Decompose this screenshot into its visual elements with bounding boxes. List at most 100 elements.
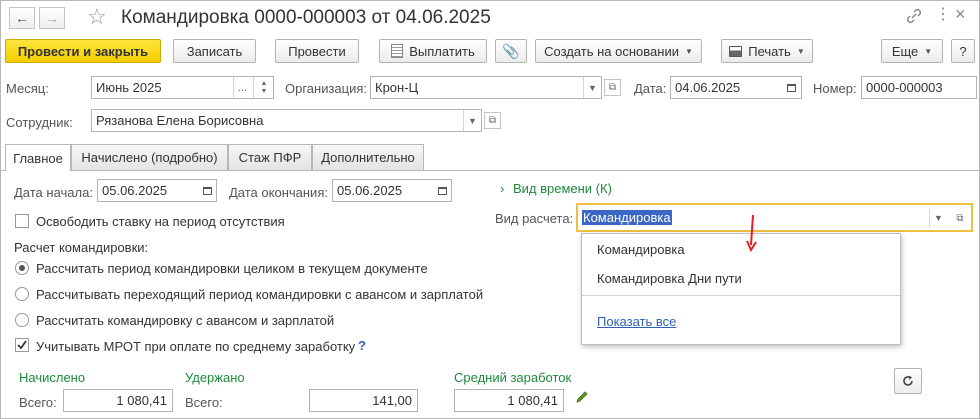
month-stepper[interactable]: ▲ ▼ [253,77,274,98]
calendar-icon [202,186,212,195]
radio-transitional-period[interactable] [15,287,29,301]
radio-transitional-period-label: Рассчитывать переходящий период командир… [36,287,484,302]
tab-active-gap [6,170,70,171]
menu-dots-icon[interactable]: ⋮ [935,5,951,25]
dropdown-divider [582,295,900,296]
accrued-total-label: Всего: [19,395,57,410]
mrot-label: Учитывать МРОТ при оплате по среднему за… [36,339,356,354]
dropdown-item[interactable]: Командировка Дни пути [597,271,742,286]
start-date-calendar-button[interactable] [198,180,216,201]
free-rate-checkbox[interactable] [15,214,29,228]
help-button[interactable]: ? [951,39,975,63]
organization-open-button[interactable]: ⧉ [604,79,621,96]
start-date-label: Дата начала: [14,185,93,200]
tab-panel-border [1,170,980,171]
radio-with-advance-label: Рассчитать командировку с авансом и зарп… [36,313,335,328]
refresh-icon [903,375,913,386]
organization-label: Организация: [285,81,368,96]
employee-open-button[interactable]: ⧉ [484,112,501,129]
chevron-right-icon: › [500,181,505,196]
back-button[interactable]: ← [9,7,35,29]
time-kind-label: Вид времени (К) [512,181,612,196]
tab-main[interactable]: Главное [5,144,71,171]
end-date-value: 05.06.2025 [337,183,403,198]
save-button[interactable]: Записать [173,39,256,63]
withheld-total-label: Всего: [185,395,223,410]
more-button[interactable]: Еще ▼ [881,39,943,63]
end-date-calendar-button[interactable] [433,180,451,201]
calc-kind-dropdown-button[interactable]: ▼ [929,209,947,227]
link-icon[interactable] [905,7,923,25]
close-icon[interactable]: × [955,4,966,24]
calc-section-title: Расчет командировки: [14,240,149,255]
tab-additional[interactable]: Дополнительно [312,144,424,170]
open-window-icon: ⧉ [608,82,617,93]
arrow-left-icon: ← [15,10,29,26]
accrued-total-field: 1 080,41 [63,389,173,412]
accrued-title: Начислено [19,370,86,385]
tab-pension-seniority[interactable]: Стаж ПФР [228,144,312,170]
paperclip-icon: 📎 [502,42,520,59]
print-button[interactable]: Печать ▼ [721,39,813,63]
forward-button[interactable]: → [39,7,65,29]
checkmark-icon [17,340,27,350]
number-field[interactable]: 0000-000003 [861,76,977,99]
mrot-checkbox[interactable] [15,338,29,352]
window-title: Командировка 0000-000003 от 04.06.2025 [121,7,491,28]
date-value: 04.06.2025 [675,80,741,95]
month-label: Месяц: [6,81,49,96]
favorite-star-icon[interactable]: ☆ [87,5,107,29]
stepper-up-icon[interactable]: ▲ [261,80,268,88]
free-rate-label: Освободить ставку на период отсутствия [36,214,285,229]
employee-dropdown-button[interactable]: ▼ [463,110,481,131]
edit-pencil-icon[interactable] [574,389,590,405]
red-arrow-annotation [746,214,757,253]
post-and-close-button[interactable]: Провести и закрыть [5,39,161,63]
radio-full-period[interactable] [15,261,29,275]
chevron-down-icon: ▼ [684,46,693,56]
mrot-help-link[interactable]: ? [358,338,366,353]
number-value: 0000-000003 [866,80,943,95]
start-date-field[interactable]: 05.06.2025 [97,179,217,202]
stepper-down-icon[interactable]: ▼ [261,88,268,96]
pay-button[interactable]: Выплатить [379,39,487,63]
chevron-down-icon: ▼ [588,82,597,93]
organization-value: Крон-Ц [375,80,419,95]
date-label: Дата: [634,81,667,96]
date-field[interactable]: 04.06.2025 [670,76,802,99]
organization-field[interactable]: Крон-Ц ▼ [370,76,602,99]
create-based-button[interactable]: Создать на основании ▼ [535,39,702,63]
open-window-icon: ⧉ [956,212,964,224]
end-date-field[interactable]: 05.06.2025 [332,179,452,202]
time-kind-link[interactable]: › Вид времени (К) [500,181,612,196]
start-date-value: 05.06.2025 [102,183,168,198]
attach-button[interactable]: 📎 [495,39,527,63]
calc-kind-open-button[interactable]: ⧉ [951,209,969,227]
average-earnings-field: 1 080,41 [454,389,564,412]
calendar-icon [437,186,447,195]
open-window-icon: ⧉ [488,115,497,126]
arrow-right-icon: → [45,10,59,26]
show-all-link[interactable]: Показать все [597,314,676,329]
withheld-title: Удержано [185,370,245,385]
organization-dropdown-button[interactable]: ▼ [583,77,601,98]
employee-field[interactable]: Рязанова Елена Борисовна ▼ [91,109,482,132]
post-button[interactable]: Провести [275,39,359,63]
more-label: Еще [891,43,919,59]
employee-label: Сотрудник: [6,115,73,130]
chevron-down-icon: ▼ [796,46,805,56]
month-field[interactable]: Июнь 2025 ... ▲ ▼ [91,76,274,99]
calc-kind-field[interactable]: Командировка ▼ ⧉ [576,203,973,232]
dropdown-item[interactable]: Командировка [597,242,685,257]
payment-doc-icon [391,44,404,58]
date-calendar-button[interactable] [782,77,800,98]
radio-with-advance[interactable] [15,313,29,327]
calc-kind-value[interactable]: Командировка [582,210,672,225]
calc-kind-dropdown-list: Командировка Командировка Дни пути Показ… [581,233,901,345]
tab-accrued-detailed[interactable]: Начислено (подробно) [71,144,228,170]
withheld-total-value: 141,00 [372,393,412,408]
refresh-button[interactable] [894,368,922,394]
calc-kind-label: Вид расчета: [495,211,574,226]
chevron-down-icon: ▼ [468,115,477,126]
month-select-button[interactable]: ... [233,77,251,98]
